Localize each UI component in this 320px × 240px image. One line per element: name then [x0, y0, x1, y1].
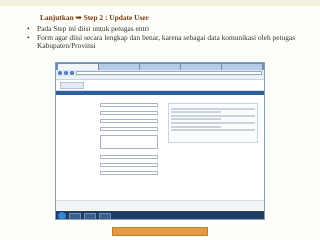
form-row — [62, 163, 160, 168]
form-row — [62, 155, 160, 160]
site-logo — [60, 82, 84, 89]
form-input[interactable] — [100, 111, 158, 115]
form-row — [62, 103, 160, 108]
refresh-icon[interactable] — [70, 71, 74, 75]
form-textarea[interactable] — [100, 135, 158, 149]
info-line — [171, 114, 255, 117]
windows-start-icon[interactable] — [58, 212, 66, 219]
info-line — [171, 129, 255, 132]
url-input[interactable] — [76, 71, 262, 75]
bullet-text: Form agar diisi secara lengkap dan benar… — [37, 32, 296, 51]
taskbar-item[interactable] — [99, 212, 111, 219]
info-line — [171, 111, 222, 114]
heading-prefix: Lanjutkan — [40, 13, 74, 22]
taskbar-item[interactable] — [69, 212, 81, 219]
info-line — [171, 118, 222, 121]
info-line — [171, 121, 255, 124]
form-row — [62, 127, 160, 132]
update-user-form — [62, 103, 160, 195]
form-row — [62, 111, 160, 116]
form-input[interactable] — [100, 163, 158, 167]
browser-screenshot — [55, 62, 265, 220]
form-row — [62, 135, 160, 149]
top-band — [0, 0, 320, 6]
bullet-dot-icon: • — [27, 32, 30, 42]
form-input[interactable] — [100, 155, 158, 159]
info-line — [171, 107, 255, 110]
form-input[interactable] — [100, 127, 158, 131]
form-row — [62, 119, 160, 124]
bullet-item: • Form agar diisi secara lengkap dan ben… — [27, 32, 307, 51]
bottom-accent-bar — [112, 227, 208, 236]
site-header — [56, 80, 264, 91]
form-row — [62, 171, 160, 176]
info-panel — [168, 103, 258, 143]
os-taskbar — [56, 211, 264, 219]
form-input[interactable] — [100, 119, 158, 123]
heading-text: Step 2 : Update User — [83, 13, 149, 22]
taskbar-item[interactable] — [84, 212, 96, 219]
info-line — [171, 125, 222, 128]
slide-heading: Lanjutkan ➥ Step 2 : Update User — [40, 13, 149, 22]
form-input[interactable] — [100, 103, 158, 107]
site-menu-bar — [56, 91, 264, 95]
bullet-list: • Pada Step ini diisi untuk petugas entr… — [27, 24, 307, 51]
site-footer — [56, 200, 264, 210]
form-input[interactable] — [100, 171, 158, 175]
forward-icon[interactable] — [64, 71, 68, 75]
arrow-icon: ➥ — [75, 13, 82, 22]
back-icon[interactable] — [58, 71, 62, 75]
browser-tab-bar — [56, 63, 264, 70]
